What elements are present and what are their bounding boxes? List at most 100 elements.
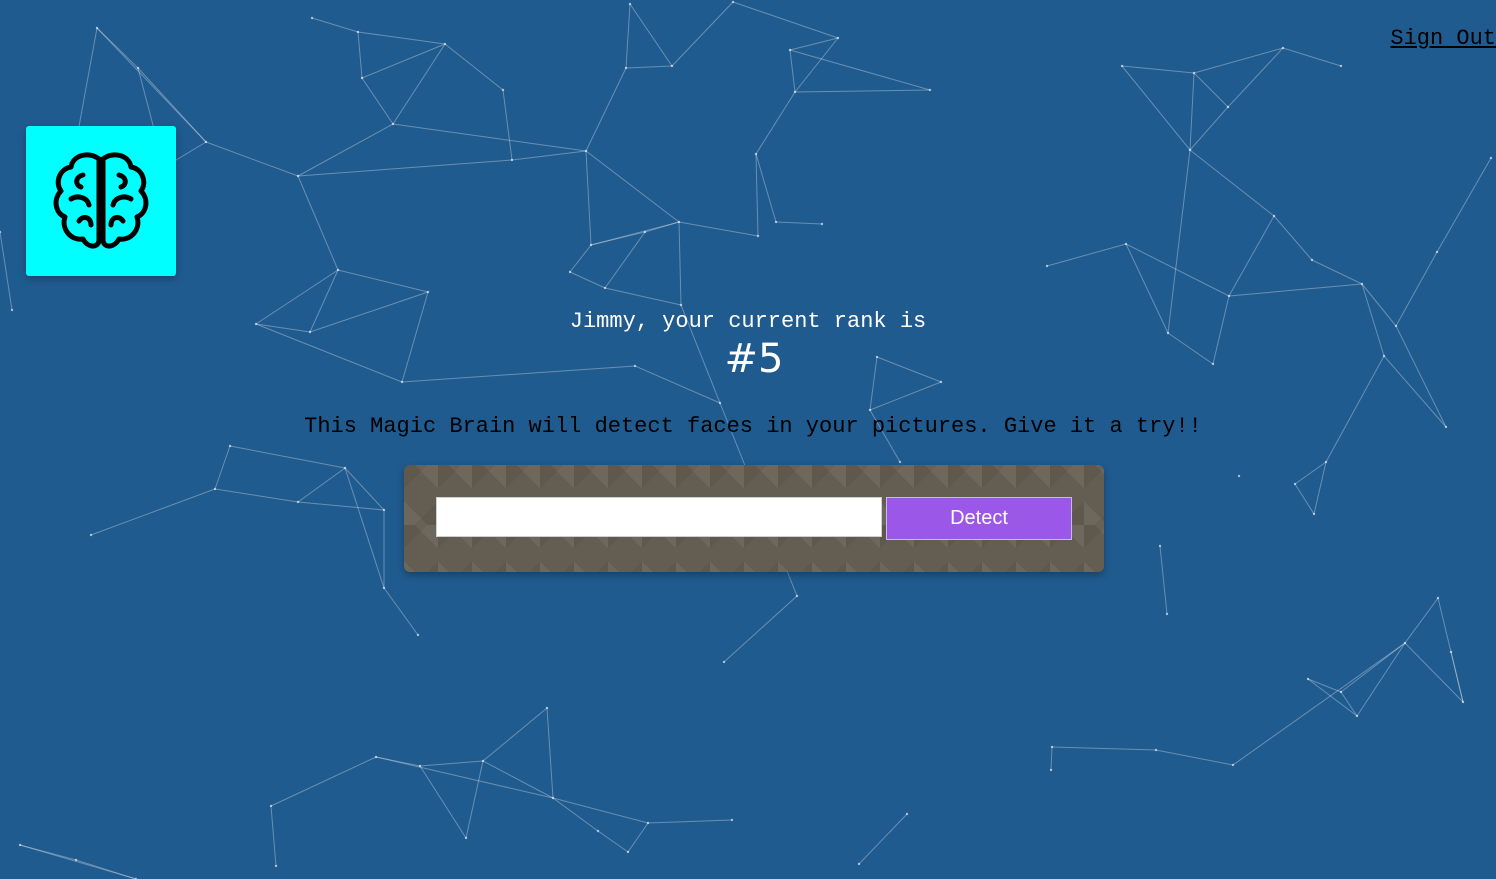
particle-link [794, 89, 931, 93]
rank-value: #5 [724, 336, 784, 382]
particle-link [502, 89, 513, 161]
particle-node [510, 158, 514, 162]
particle-link [1356, 642, 1406, 717]
particle-node [416, 633, 420, 637]
particle-node [1281, 46, 1285, 50]
particle-node [213, 487, 217, 491]
particle-link [671, 1, 734, 67]
particle-node [18, 843, 22, 847]
image-link-form: Detect [404, 465, 1104, 572]
image-url-input[interactable] [436, 497, 882, 537]
particle-link [794, 37, 839, 93]
particle-node [1293, 482, 1297, 486]
particle-link [1450, 651, 1464, 703]
particle-node [1192, 71, 1196, 75]
particle-node [1355, 714, 1359, 718]
particle-node [1165, 612, 1169, 616]
particle-link [1273, 215, 1313, 261]
particle-node [1310, 258, 1314, 262]
particle-link [465, 760, 484, 839]
particle-link [789, 49, 931, 91]
particle-link [1189, 149, 1275, 217]
particle-node [464, 836, 468, 840]
particle-node [1226, 105, 1230, 109]
particle-node [624, 66, 628, 70]
particle-node [730, 818, 734, 822]
particle-link [755, 153, 759, 237]
particle-link [755, 153, 777, 223]
particle-node [793, 90, 797, 94]
particle-link [1311, 259, 1363, 285]
particle-node [269, 804, 273, 808]
particle-link [869, 381, 942, 411]
detect-button[interactable]: Detect [886, 497, 1072, 540]
particle-link [1193, 72, 1229, 108]
particle-node [868, 408, 872, 412]
particle-link [1436, 157, 1492, 253]
particle-node [228, 444, 232, 448]
particle-link [1232, 642, 1406, 766]
particle-link [444, 43, 504, 91]
top-navigation: Sign Out [1390, 26, 1496, 51]
particle-node [74, 858, 78, 862]
particle-link [511, 150, 587, 161]
rank-greeting: Jimmy, your current rank is [569, 309, 927, 334]
particle-node [89, 533, 93, 537]
particle-link [270, 805, 277, 867]
particle-node [1120, 64, 1124, 68]
particle-node [1227, 294, 1231, 298]
particle-node [718, 401, 722, 405]
particle-node [136, 66, 140, 70]
particle-link [1050, 746, 1053, 771]
particle-link [585, 150, 680, 223]
particle-node [643, 230, 647, 234]
sign-out-link[interactable]: Sign Out [1390, 26, 1496, 51]
particle-link [678, 221, 759, 237]
particle-link [297, 467, 346, 503]
particle-node [788, 48, 792, 52]
particle-link [392, 123, 587, 152]
particle-link [625, 65, 673, 69]
brain-icon [53, 152, 149, 249]
particle-link [297, 123, 394, 177]
logo-tile[interactable] [26, 126, 176, 276]
particle-node [391, 122, 395, 126]
particle-node [928, 88, 932, 92]
particle-link [229, 445, 346, 469]
particle-link [1189, 72, 1195, 151]
particle-node [343, 466, 347, 470]
particle-link [732, 1, 839, 39]
particle-node [677, 220, 681, 224]
particle-link [858, 813, 908, 865]
particle-link [569, 244, 592, 273]
particle-link [0, 231, 13, 311]
particle-link [383, 587, 419, 636]
particle-node [1154, 748, 1158, 752]
particle-node [1124, 242, 1128, 246]
particle-link [1228, 215, 1275, 297]
particle-node [204, 140, 208, 144]
particle-link [1051, 746, 1157, 751]
particle-node [382, 508, 386, 512]
particle-link [297, 501, 385, 511]
particle-link [361, 43, 446, 79]
particle-link [647, 819, 733, 824]
particle-link [604, 287, 682, 306]
particle-link [419, 765, 467, 839]
particle-node [1237, 474, 1241, 478]
particle-link [789, 49, 796, 93]
particle-link [357, 31, 446, 45]
particle-link [1228, 283, 1363, 297]
particle-link [590, 221, 680, 246]
particle-link [546, 707, 554, 799]
particle-link [1167, 149, 1191, 334]
particle-link [392, 43, 446, 125]
particle-link [1189, 106, 1229, 151]
particle-node [670, 64, 674, 68]
particle-link [1227, 47, 1284, 108]
particle-link [1282, 47, 1342, 67]
particle-link [678, 221, 682, 306]
particle-link [1121, 65, 1195, 74]
particle-link [552, 797, 649, 824]
particle-link [1159, 545, 1168, 615]
